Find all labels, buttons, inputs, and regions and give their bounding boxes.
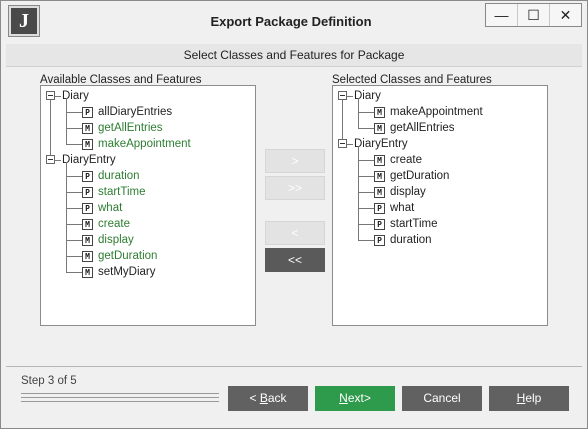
tree-connector	[55, 96, 61, 97]
property-icon: P	[374, 203, 385, 214]
remove-all-button[interactable]: <<	[265, 248, 325, 272]
tree-connector	[66, 272, 82, 273]
method-icon: M	[82, 219, 93, 230]
method-icon: M	[82, 123, 93, 134]
footer-divider	[6, 366, 582, 367]
tree-root-connector	[342, 100, 343, 140]
window-title: Export Package Definition	[210, 14, 372, 29]
method-icon: M	[374, 187, 385, 198]
next-mnemonic: N	[339, 391, 348, 405]
next-button[interactable]: Next>	[315, 386, 395, 411]
add-button[interactable]: >	[265, 149, 325, 173]
step-indicator: Step 3 of 5	[21, 375, 77, 387]
tree-connector	[358, 192, 374, 193]
step-banner: Select Classes and Features for Package	[6, 44, 582, 67]
tree-connector	[347, 96, 353, 97]
tree-connector	[358, 224, 374, 225]
property-icon: P	[82, 203, 93, 214]
tree-feature-node[interactable]: makeAppointment	[98, 136, 191, 152]
tree-connector	[66, 112, 82, 113]
tree-connector	[66, 208, 82, 209]
method-icon: M	[82, 235, 93, 246]
tree-connector	[358, 226, 359, 240]
tree-connector	[347, 144, 353, 145]
tree-connector	[66, 258, 67, 272]
back-button[interactable]: < Back	[228, 386, 308, 411]
tree-feature-node[interactable]: setMyDiary	[98, 264, 156, 280]
help-rest: elp	[525, 391, 542, 405]
app-logo: J	[9, 6, 39, 36]
tree-feature-node[interactable]: create	[98, 216, 130, 232]
tree-connector	[358, 176, 374, 177]
remove-button[interactable]: <	[265, 221, 325, 245]
method-icon: M	[374, 107, 385, 118]
tree-connector	[66, 128, 82, 129]
close-button[interactable]: ✕	[549, 4, 581, 26]
tree-feature-node[interactable]: makeAppointment	[390, 104, 483, 120]
window-controls: — ☐ ✕	[485, 3, 582, 27]
help-button[interactable]: Help	[489, 386, 569, 411]
property-icon: P	[374, 219, 385, 230]
tree-connector	[66, 176, 82, 177]
property-icon: P	[82, 107, 93, 118]
tree-feature-node[interactable]: startTime	[98, 184, 146, 200]
property-icon: P	[82, 171, 93, 182]
tree-feature-node[interactable]: getAllEntries	[390, 120, 455, 136]
tree-connector	[358, 112, 374, 113]
next-rest: ext>	[347, 391, 371, 405]
tree-feature-node[interactable]: duration	[390, 232, 432, 248]
selected-tree[interactable]: Diary MmakeAppointment MgetAllEntries Diary…	[332, 85, 548, 326]
method-icon: M	[374, 155, 385, 166]
tree-feature-node[interactable]: getAllEntries	[98, 120, 163, 136]
tree-feature-node[interactable]: create	[390, 152, 422, 168]
tree-connector	[66, 130, 67, 144]
collapse-toggle-icon[interactable]	[46, 155, 55, 164]
tree-feature-node[interactable]: duration	[98, 168, 140, 184]
tree-feature-node[interactable]: what	[98, 200, 122, 216]
method-icon: M	[82, 139, 93, 150]
method-icon: M	[374, 123, 385, 134]
tree-connector	[358, 114, 359, 128]
tree-feature-node[interactable]: display	[390, 184, 426, 200]
tree-feature-node[interactable]: getDuration	[98, 248, 157, 264]
tree-connector	[66, 240, 82, 241]
back-prefix: <	[249, 391, 260, 405]
title-bar: J Export Package Definition — ☐ ✕	[1, 1, 587, 41]
available-tree[interactable]: Diary PallDiaryEntries MgetAllEntries Mmake…	[40, 85, 256, 326]
method-icon: M	[82, 267, 93, 278]
tree-feature-node[interactable]: display	[98, 232, 134, 248]
collapse-toggle-icon[interactable]	[338, 91, 347, 100]
tree-feature-node[interactable]: startTime	[390, 216, 438, 232]
collapse-toggle-icon[interactable]	[338, 139, 347, 148]
tree-root-connector	[50, 100, 51, 156]
maximize-button[interactable]: ☐	[517, 4, 549, 26]
tree-connector	[358, 128, 374, 129]
back-rest: ack	[267, 391, 287, 405]
footer-stripes	[21, 393, 219, 405]
tree-connector	[66, 256, 82, 257]
tree-class-node[interactable]: DiaryEntry	[354, 136, 408, 152]
tree-connector	[66, 192, 82, 193]
tree-feature-node[interactable]: what	[390, 200, 414, 216]
tree-connector	[55, 160, 61, 161]
tree-feature-node[interactable]: allDiaryEntries	[98, 104, 172, 120]
property-icon: P	[374, 235, 385, 246]
method-icon: M	[82, 251, 93, 262]
collapse-toggle-icon[interactable]	[46, 91, 55, 100]
minimize-button[interactable]: —	[486, 4, 517, 26]
back-mnemonic: B	[259, 391, 268, 405]
property-icon: P	[82, 187, 93, 198]
tree-feature-node[interactable]: getDuration	[390, 168, 449, 184]
export-package-dialog: J Export Package Definition — ☐ ✕ Select…	[0, 0, 588, 429]
tree-connector	[358, 240, 374, 241]
tree-class-node[interactable]: DiaryEntry	[62, 152, 116, 168]
tree-connector	[358, 208, 374, 209]
method-icon: M	[374, 171, 385, 182]
tree-connector	[358, 160, 374, 161]
tree-connector	[66, 224, 82, 225]
cancel-button[interactable]: Cancel	[402, 386, 482, 411]
add-all-button[interactable]: >>	[265, 176, 325, 200]
tree-connector	[66, 144, 82, 145]
